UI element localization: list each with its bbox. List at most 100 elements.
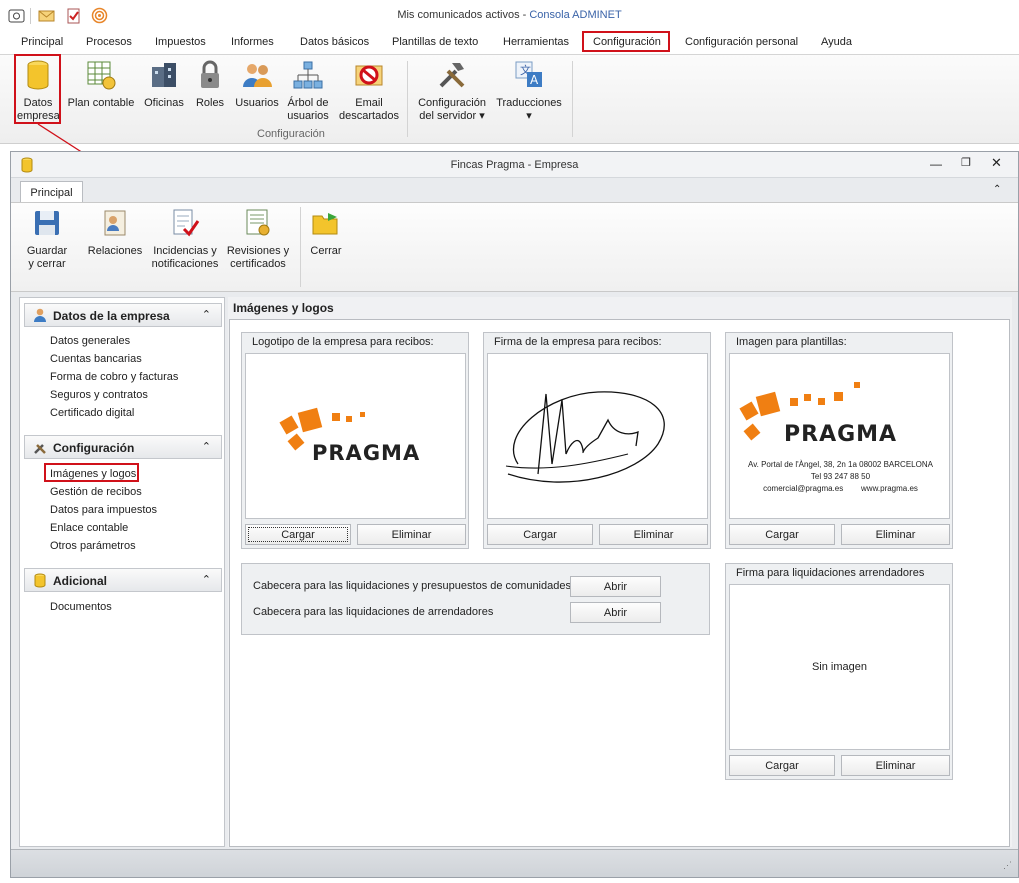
firma-arr-cargar-button[interactable]: Cargar xyxy=(729,755,835,776)
ribbon-separator-end xyxy=(572,61,573,137)
content-area: Imágenes y logos Logotipo de la empresa … xyxy=(228,297,1012,847)
chevron-up-icon[interactable]: ⌃ xyxy=(202,308,211,321)
save-icon xyxy=(35,211,59,235)
ribbon-separator xyxy=(300,207,301,287)
plan-contable-button[interactable]: Plan contable xyxy=(67,59,135,110)
svg-text:A: A xyxy=(530,73,539,87)
certificate-icon xyxy=(246,209,270,236)
logo-image: PRAGMA xyxy=(245,353,466,519)
firma-arr-eliminar-button[interactable]: Eliminar xyxy=(841,755,950,776)
images-panel: Logotipo de la empresa para recibos: PRA… xyxy=(229,319,1010,847)
nav-item-forma-cobro[interactable]: Forma de cobro y facturas xyxy=(50,371,178,383)
tools-small-icon xyxy=(34,444,46,454)
database-small-icon xyxy=(34,573,46,588)
highlight-imagenes-logos xyxy=(44,463,139,482)
signature-drawing xyxy=(505,391,665,483)
incidencias-button[interactable]: Incidencias y notificaciones xyxy=(151,207,219,271)
user-icon xyxy=(34,308,46,322)
firma-arrendadores-image: Sin imagen xyxy=(729,584,950,750)
firma-eliminar-button[interactable]: Eliminar xyxy=(599,524,708,545)
traducciones-button[interactable]: 文A Traducciones ▾ xyxy=(496,59,562,123)
checklist-icon xyxy=(173,209,200,237)
usuarios-button[interactable]: Usuarios xyxy=(235,59,279,110)
nav-item-enlace-contable[interactable]: Enlace contable xyxy=(50,522,128,534)
collapse-ribbon-icon[interactable]: ⌃ xyxy=(993,184,1001,195)
menu-principal[interactable]: Principal xyxy=(21,36,63,48)
cabecera-arrendadores-abrir-button[interactable]: Abrir xyxy=(570,602,661,623)
menu-herramientas[interactable]: Herramientas xyxy=(503,36,569,48)
tab-principal[interactable]: Principal xyxy=(20,181,83,203)
highlight-datos-empresa xyxy=(14,54,61,124)
nav-item-certificado[interactable]: Certificado digital xyxy=(50,407,134,419)
ledger-icon xyxy=(87,61,116,90)
app-titlebar: Mis comunicados activos - Consola ADMINE… xyxy=(0,0,1019,32)
restore-icon[interactable]: ❐ xyxy=(961,156,971,169)
arbol-usuarios-button[interactable]: Árbol de usuarios xyxy=(286,59,330,123)
plantillas-eliminar-button[interactable]: Eliminar xyxy=(841,524,950,545)
cabecera-comunidades-abrir-button[interactable]: Abrir xyxy=(570,576,661,597)
users-icon xyxy=(243,64,272,87)
resize-grip-icon[interactable]: ⋰ xyxy=(1003,860,1012,871)
plantillas-cargar-button[interactable]: Cargar xyxy=(729,524,835,545)
close-icon[interactable]: ✕ xyxy=(991,155,1002,171)
nav-item-otros-parametros[interactable]: Otros parámetros xyxy=(50,540,136,552)
nav-item-cuentas-bancarias[interactable]: Cuentas bancarias xyxy=(50,353,142,365)
logo-group: Logotipo de la empresa para recibos: PRA… xyxy=(241,332,469,549)
nav-item-datos-impuestos[interactable]: Datos para impuestos xyxy=(50,504,157,516)
empresa-window: Fincas Pragma - Empresa — ❐ ✕ Principal … xyxy=(10,151,1019,878)
nav-item-seguros[interactable]: Seguros y contratos xyxy=(50,389,148,401)
empresa-ribbon: Guardar y cerrar Relaciones Incidencias y… xyxy=(11,202,1018,292)
oficinas-button[interactable]: Oficinas xyxy=(143,59,185,110)
translate-icon: 文A xyxy=(515,61,542,87)
firma-image xyxy=(487,353,708,519)
cabecera-comunidades-label: Cabecera para las liquidaciones y presup… xyxy=(253,580,571,592)
menu-ayuda[interactable]: Ayuda xyxy=(821,36,852,48)
content-title: Imágenes y logos xyxy=(233,301,334,315)
firma-arrendadores-group: Firma para liquidaciones arrendadores Si… xyxy=(725,563,953,780)
menu-datos-basicos[interactable]: Datos básicos xyxy=(300,36,369,48)
empresa-window-titlebar: Fincas Pragma - Empresa — ❐ ✕ xyxy=(11,152,1018,178)
menu-procesos[interactable]: Procesos xyxy=(86,36,132,48)
nav-item-datos-generales[interactable]: Datos generales xyxy=(50,335,130,347)
contacts-icon xyxy=(104,210,126,236)
cabecera-arrendadores-label: Cabecera para las liquidaciones de arren… xyxy=(253,606,494,618)
email-descartados-button[interactable]: Email descartados xyxy=(338,59,400,123)
roles-button[interactable]: Roles xyxy=(194,59,226,110)
hierarchy-icon xyxy=(293,61,323,89)
window-title: Mis comunicados activos - Consola ADMINE… xyxy=(397,9,622,21)
nav-section-adicional[interactable]: Adicional ⌃ xyxy=(24,568,222,592)
revisiones-button[interactable]: Revisiones y certificados xyxy=(225,207,291,271)
logo-cargar-button[interactable]: Cargar xyxy=(245,524,351,545)
highlight-configuracion-menu xyxy=(582,31,670,52)
plantillas-image: PRAGMA Av. Portal de l'Àngel, 38, 2n 1a … xyxy=(729,353,950,519)
main-ribbon: Datos empresa Plan contable Oficinas Role… xyxy=(0,54,1019,144)
menu-configuracion-personal[interactable]: Configuración personal xyxy=(685,36,798,48)
menu-impuestos[interactable]: Impuestos xyxy=(155,36,206,48)
menu-plantillas[interactable]: Plantillas de texto xyxy=(392,36,478,48)
ribbon-separator xyxy=(407,61,408,137)
cabeceras-group: Cabecera para las liquidaciones y presup… xyxy=(241,563,710,635)
logo-eliminar-button[interactable]: Eliminar xyxy=(357,524,466,545)
nav-item-documentos[interactable]: Documentos xyxy=(50,601,112,613)
chevron-up-icon[interactable]: ⌃ xyxy=(202,440,211,453)
status-bar: ⋰ xyxy=(11,849,1018,877)
nav-section-datos-empresa[interactable]: Datos de la empresa ⌃ xyxy=(24,303,222,327)
firma-group: Firma de la empresa para recibos: Cargar… xyxy=(483,332,711,549)
guardar-cerrar-button[interactable]: Guardar y cerrar xyxy=(23,207,71,271)
nav-item-gestion-recibos[interactable]: Gestión de recibos xyxy=(50,486,142,498)
nav-panel: Datos de la empresa ⌃ Datos generales Cue… xyxy=(19,297,225,847)
cerrar-button[interactable]: Cerrar xyxy=(307,207,345,258)
padlock-icon xyxy=(201,60,219,88)
exit-folder-icon xyxy=(312,213,338,235)
minimize-icon[interactable]: — xyxy=(930,157,942,171)
chevron-up-icon[interactable]: ⌃ xyxy=(202,573,211,586)
relaciones-button[interactable]: Relaciones xyxy=(87,207,143,258)
tools-icon xyxy=(439,63,465,88)
empresa-window-title: Fincas Pragma - Empresa xyxy=(450,159,579,171)
configuracion-servidor-button[interactable]: Configuración del servidor ▾ xyxy=(416,59,488,123)
blocked-mail-icon xyxy=(355,65,383,86)
menu-informes[interactable]: Informes xyxy=(231,36,274,48)
nav-section-configuracion[interactable]: Configuración ⌃ xyxy=(24,435,222,459)
firma-cargar-button[interactable]: Cargar xyxy=(487,524,593,545)
logo-wordmark: PRAGMA xyxy=(312,441,421,465)
